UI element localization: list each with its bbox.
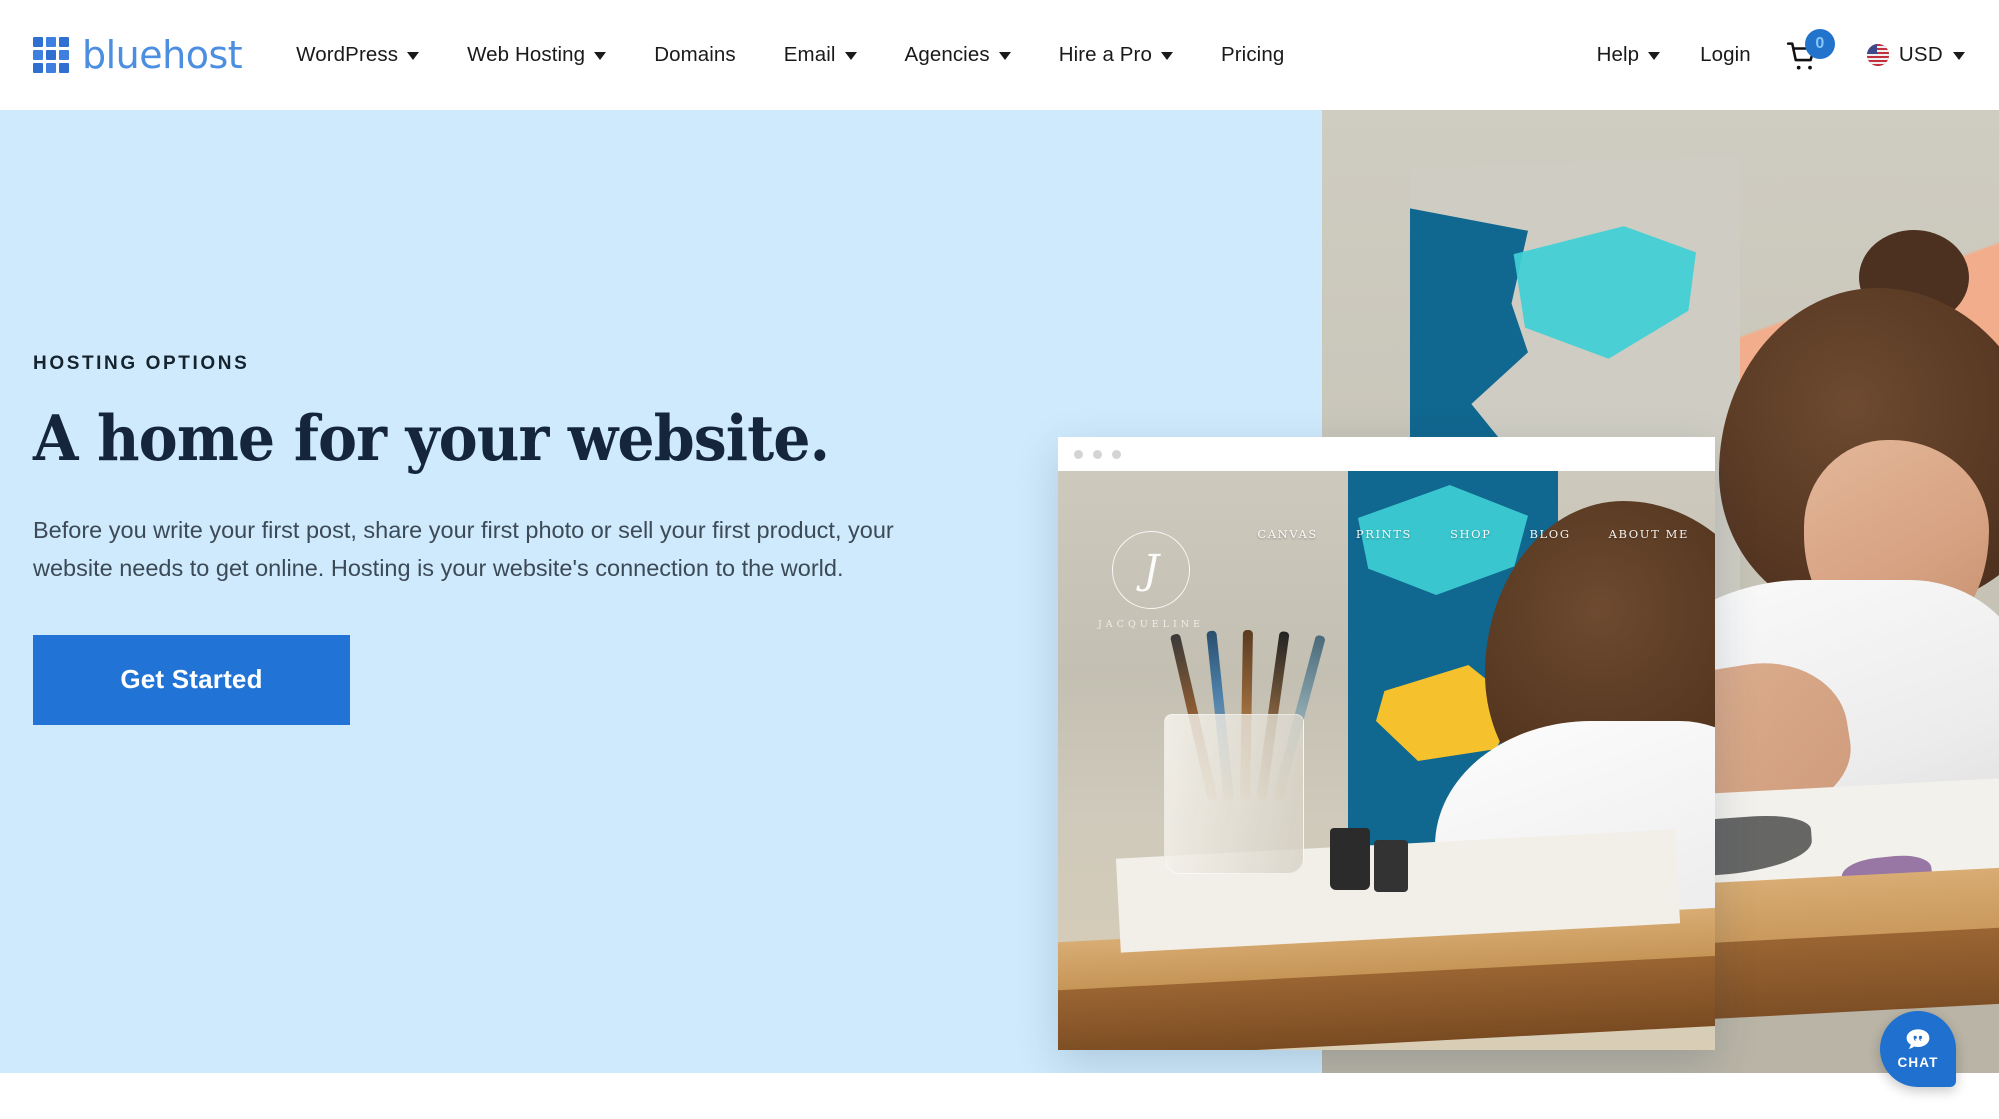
browser-mockup: J JACQUELINE CANVAS PRINTS SHOP BLOG ABO… xyxy=(1058,437,1715,1050)
chevron-down-icon xyxy=(407,52,420,60)
mockup-brand: J JACQUELINE xyxy=(1096,531,1206,630)
hero-section: HOSTING OPTIONS A home for your website.… xyxy=(0,110,1999,1073)
nav-label: Pricing xyxy=(1220,43,1285,66)
nav-item-web-hosting[interactable]: Web Hosting xyxy=(443,0,630,110)
mockup-nav-shop[interactable]: SHOP xyxy=(1450,527,1491,541)
nav-item-wordpress[interactable]: WordPress xyxy=(272,0,443,110)
brand-wordmark: bluehost xyxy=(82,33,243,77)
nav-label: Login xyxy=(1700,43,1751,66)
cart-count-badge: 0 xyxy=(1804,29,1835,59)
chevron-down-icon xyxy=(844,52,857,60)
chevron-down-icon xyxy=(1160,52,1173,60)
mockup-nav-prints[interactable]: PRINTS xyxy=(1356,527,1412,541)
get-started-button[interactable]: Get Started xyxy=(33,634,350,725)
hero-eyebrow: HOSTING OPTIONS xyxy=(33,353,250,374)
us-flag-icon xyxy=(1866,44,1889,66)
mockup-nav: CANVAS PRINTS SHOP BLOG ABOUT ME xyxy=(1058,527,1715,541)
nav-item-pricing[interactable]: Pricing xyxy=(1197,0,1308,110)
mockup-titlebar xyxy=(1058,437,1715,471)
nav-item-help[interactable]: Help xyxy=(1577,0,1681,110)
brush-jar xyxy=(1164,714,1304,874)
nav-item-login[interactable]: Login xyxy=(1680,0,1771,110)
chat-bubble-icon xyxy=(1906,1029,1930,1049)
chevron-down-icon xyxy=(1953,52,1965,60)
currency-label: USD xyxy=(1898,43,1943,66)
nav-item-agencies[interactable]: Agencies xyxy=(881,0,1035,110)
page-root: bluehost WordPress Web Hosting Domains E… xyxy=(0,0,1999,1119)
nav-item-email[interactable]: Email xyxy=(760,0,881,110)
chat-label: CHAT xyxy=(1897,1055,1939,1070)
mockup-nav-blog[interactable]: BLOG xyxy=(1530,527,1571,541)
secondary-nav: Help Login 0 USD xyxy=(1577,0,1999,110)
nav-label: WordPress xyxy=(296,43,399,66)
primary-nav: WordPress Web Hosting Domains Email Agen… xyxy=(272,0,1308,110)
nav-label: Agencies xyxy=(904,43,990,66)
nav-label: Web Hosting xyxy=(467,43,586,66)
site-header: bluehost WordPress Web Hosting Domains E… xyxy=(0,0,1999,110)
window-dot-icon xyxy=(1093,449,1102,459)
window-dot-icon xyxy=(1074,449,1083,459)
nav-item-hire-a-pro[interactable]: Hire a Pro xyxy=(1035,0,1197,110)
window-dot-icon xyxy=(1112,449,1121,459)
hero-copy: HOSTING OPTIONS A home for your website.… xyxy=(33,353,983,725)
grid-logo-icon xyxy=(33,37,69,73)
nav-label: Domains xyxy=(654,43,736,66)
nav-label: Email xyxy=(783,43,836,66)
chevron-down-icon xyxy=(1648,52,1661,60)
currency-selector[interactable]: USD xyxy=(1855,43,1965,67)
chevron-down-icon xyxy=(594,52,607,60)
mockup-nav-canvas[interactable]: CANVAS xyxy=(1257,527,1317,541)
chevron-down-icon xyxy=(998,52,1011,60)
nav-label: Help xyxy=(1596,43,1640,66)
monogram-ring-icon: J xyxy=(1112,531,1190,609)
chat-button[interactable]: CHAT xyxy=(1880,1011,1956,1087)
mockup-monogram: J xyxy=(1142,547,1160,593)
page-title: A home for your website. xyxy=(33,401,830,475)
nav-label: Hire a Pro xyxy=(1058,43,1152,66)
mockup-nav-about-me[interactable]: ABOUT ME xyxy=(1609,527,1689,541)
bluehost-logo[interactable]: bluehost xyxy=(33,33,243,77)
mockup-viewport: J JACQUELINE CANVAS PRINTS SHOP BLOG ABO… xyxy=(1058,471,1715,1050)
hero-description: Before you write your first post, share … xyxy=(33,517,894,582)
nav-item-domains[interactable]: Domains xyxy=(630,0,760,110)
mockup-brand-name: JACQUELINE xyxy=(1098,619,1204,630)
cart-button[interactable]: 0 xyxy=(1785,29,1837,81)
